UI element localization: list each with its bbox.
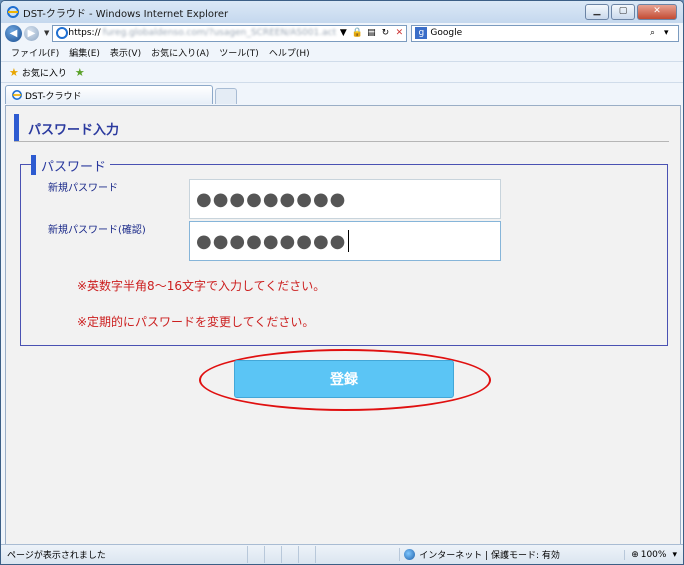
window-title: DST-クラウド - Windows Internet Explorer xyxy=(23,8,229,20)
lock-icon[interactable]: 🔒 xyxy=(350,28,364,38)
add-favorite-icon[interactable]: ★ xyxy=(75,66,85,79)
menu-help[interactable]: ヘルプ(H) xyxy=(269,46,310,59)
tab-page-icon xyxy=(12,90,22,100)
compat-view-icon[interactable]: ▤ xyxy=(364,28,378,38)
search-icon[interactable]: ⌕ xyxy=(650,28,664,38)
fieldset-legend: パスワード xyxy=(31,155,111,175)
zoom-level: 100% xyxy=(640,549,667,560)
url-field[interactable]: https:// fureg.globaldenso.com/?usagen_S… xyxy=(52,24,408,42)
page-content: パスワード入力 パスワード 新規パスワード ●●●●●●●●● 新規パスワード(… xyxy=(5,105,681,545)
header-accent-bar xyxy=(14,114,19,141)
zone-text: インターネット | 保護モード: 有効 xyxy=(419,551,560,561)
legend-accent-bar xyxy=(31,155,36,175)
search-dropdown-icon[interactable]: ▾ xyxy=(664,28,678,38)
page-header: パスワード入力 xyxy=(14,114,669,142)
menu-bar: ファイル(F) 編集(E) 表示(V) お気に入り(A) ツール(T) ヘルプ(… xyxy=(1,43,683,61)
confirm-password-input[interactable]: ●●●●●●●●● xyxy=(189,221,501,261)
new-password-label: 新規パスワード xyxy=(48,183,118,194)
tab-label: DST-クラウド xyxy=(25,91,82,102)
password-change-note: ※定期的にパスワードを変更してください。 xyxy=(77,315,315,329)
forward-button[interactable]: ▶ xyxy=(24,25,39,41)
confirm-password-value: ●●●●●●●●● xyxy=(196,230,347,252)
minimize-button[interactable]: ▁ xyxy=(585,4,609,20)
legend-text: パスワード xyxy=(41,159,107,175)
title-bar: DST-クラウド - Windows Internet Explorer ▁ ▢… xyxy=(1,1,683,23)
url-rest: fureg.globaldenso.com/?usagen_SCREEN/AS0… xyxy=(102,28,337,38)
register-button[interactable]: 登録 xyxy=(234,360,454,398)
password-rule-note: ※英数字半角8～16文字で入力してください。 xyxy=(77,279,326,293)
refresh-icon[interactable]: ↻ xyxy=(378,28,392,38)
menu-view[interactable]: 表示(V) xyxy=(110,46,141,59)
page-icon xyxy=(56,27,69,39)
history-dropdown-icon[interactable]: ▼ xyxy=(44,29,49,37)
browser-window: DST-クラウド - Windows Internet Explorer ▁ ▢… xyxy=(0,0,684,565)
menu-tools[interactable]: ツール(T) xyxy=(219,46,259,59)
maximize-button[interactable]: ▢ xyxy=(611,4,635,20)
page-title: パスワード入力 xyxy=(28,123,120,138)
new-password-input[interactable]: ●●●●●●●●● xyxy=(189,179,501,219)
menu-file[interactable]: ファイル(F) xyxy=(11,46,59,59)
url-prefix: https:// xyxy=(68,28,101,38)
new-tab-button[interactable] xyxy=(215,88,237,104)
google-icon: g xyxy=(415,27,428,39)
ie-logo-icon xyxy=(7,6,19,18)
confirm-password-label: 新規パスワード(確認) xyxy=(48,225,146,236)
favorites-star-icon: ★ xyxy=(9,65,19,79)
back-button[interactable]: ◀ xyxy=(5,24,22,42)
search-box[interactable]: g Google ⌕ ▾ xyxy=(411,24,679,42)
text-caret xyxy=(348,230,350,252)
stop-icon[interactable]: ✕ xyxy=(392,28,406,38)
zoom-control[interactable]: ⊕ 100% ▾ xyxy=(624,549,683,560)
tab-dst-cloud[interactable]: DST-クラウド xyxy=(5,85,213,104)
new-password-value: ●●●●●●●●● xyxy=(196,188,347,210)
password-fieldset: パスワード 新規パスワード ●●●●●●●●● 新規パスワード(確認) ●●●●… xyxy=(20,155,668,346)
globe-icon xyxy=(404,549,416,560)
address-bar: ◀ ▶ ▼ https:// fureg.globaldenso.com/?us… xyxy=(1,23,683,43)
favorites-bar: ★ お気に入り ★ xyxy=(1,61,683,82)
zoom-icon: ⊕ xyxy=(631,549,639,560)
menu-edit[interactable]: 編集(E) xyxy=(69,46,100,59)
tab-bar: DST-クラウド xyxy=(1,82,683,104)
url-dropdown-icon[interactable]: ▼ xyxy=(336,28,350,38)
zoom-dropdown-icon[interactable]: ▾ xyxy=(672,550,677,560)
status-text: ページが表示されました xyxy=(7,551,106,561)
status-bar: ページが表示されました インターネット | 保護モード: 有効 ⊕ 100% ▾ xyxy=(1,544,683,564)
menu-favorites[interactable]: お気に入り(A) xyxy=(151,46,209,59)
favorites-button[interactable]: お気に入り xyxy=(22,66,67,79)
security-zone[interactable]: インターネット | 保護モード: 有効 xyxy=(399,548,624,561)
search-engine-label: Google xyxy=(430,28,463,38)
close-button[interactable]: ✕ xyxy=(637,4,677,20)
